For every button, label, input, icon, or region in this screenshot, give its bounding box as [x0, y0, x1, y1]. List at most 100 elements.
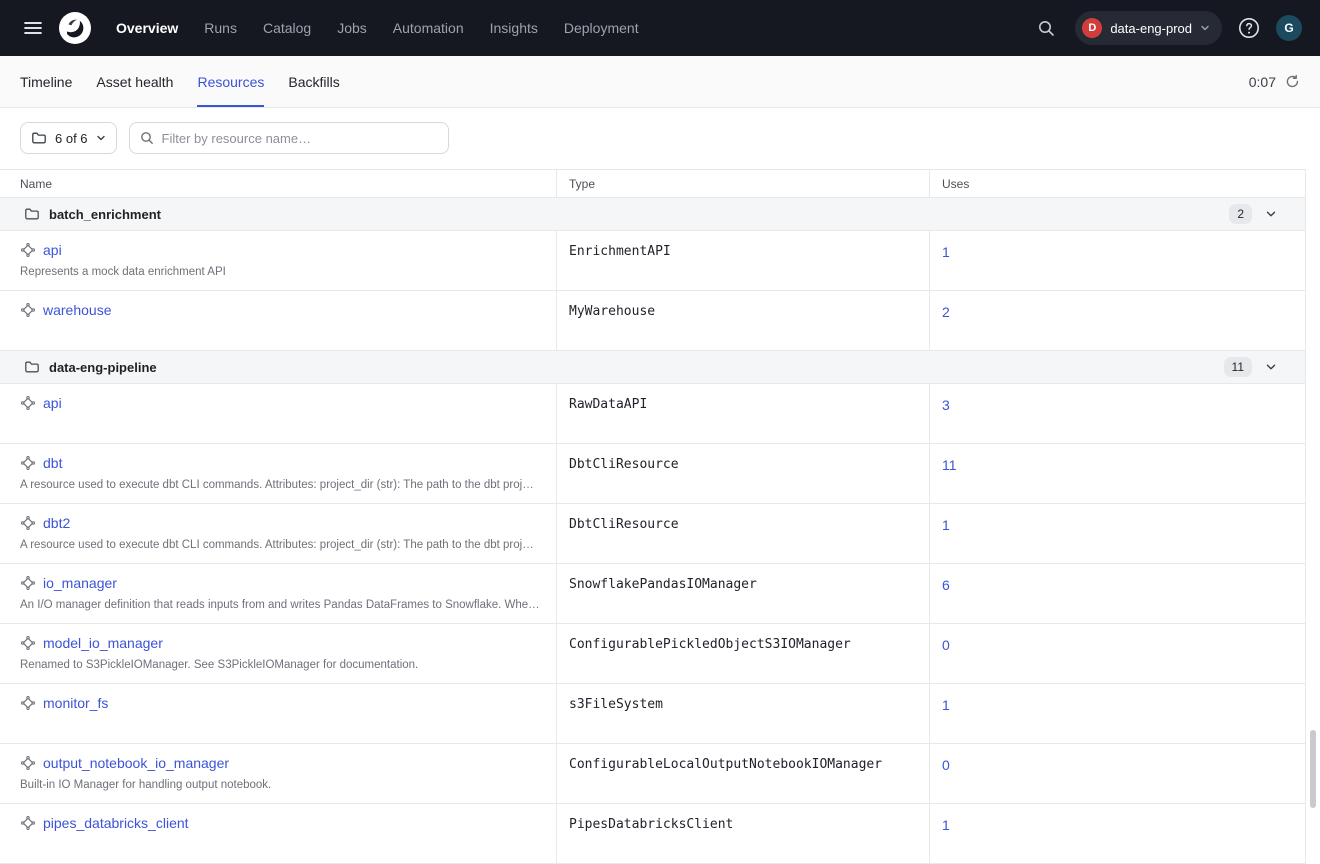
overview-tab-bar: Timeline Asset health Resources Backfill…: [0, 56, 1320, 108]
resource-name-link[interactable]: api: [43, 242, 62, 258]
resource-name-link[interactable]: io_manager: [43, 575, 117, 591]
tabs: Timeline Asset health Resources Backfill…: [20, 56, 340, 107]
name-cell: api Represents a mock data enrichment API: [0, 231, 557, 290]
resource-description: Represents a mock data enrichment API: [20, 266, 544, 278]
hamburger-menu-icon[interactable]: [16, 11, 50, 45]
resource-row: dbtA resource used to execute dbt CLI co…: [0, 444, 1305, 504]
resource-type: ConfigurableLocalOutputNotebookIOManager: [557, 744, 930, 803]
dagster-logo[interactable]: [58, 11, 92, 45]
nav-item-overview[interactable]: Overview: [116, 20, 178, 36]
table-header: Name Type Uses: [0, 170, 1305, 198]
name-cell: pipes_databricks_client: [0, 804, 557, 863]
scrollbar-thumb[interactable]: [1310, 730, 1316, 808]
deployment-badge: D: [1082, 18, 1102, 38]
help-icon[interactable]: [1237, 16, 1261, 40]
tab-timeline[interactable]: Timeline: [20, 56, 72, 107]
filter-bar: 6 of 6: [0, 108, 1320, 154]
resource-uses-link[interactable]: 0: [942, 757, 950, 773]
resource-row: monitor_fs s3FileSystem 1: [0, 684, 1305, 744]
search-icon[interactable]: [1032, 14, 1060, 42]
resource-uses-link[interactable]: 6: [942, 577, 950, 593]
resource-filter-input[interactable]: [162, 131, 438, 146]
group-count-dropdown[interactable]: 6 of 6: [20, 122, 117, 154]
name-cell: dbt2 A resource used to execute dbt CLI c…: [0, 504, 557, 563]
nav-item-catalog[interactable]: Catalog: [263, 20, 311, 36]
deployment-switcher[interactable]: D data-eng-prod: [1075, 11, 1222, 45]
resource-description: A resource used to execute dbt CLI comma…: [20, 539, 544, 551]
nav-item-jobs[interactable]: Jobs: [337, 20, 367, 36]
resource-icon: [20, 455, 36, 471]
resource-description: Renamed to S3PickleIOManager. See S3Pick…: [20, 659, 544, 671]
name-cell: io_manager An I/O manager definition that…: [0, 564, 557, 623]
resource-uses-link[interactable]: 2: [942, 304, 950, 320]
nav-item-automation[interactable]: Automation: [393, 20, 464, 36]
resource-type: MyWarehouse: [557, 291, 930, 350]
folder-icon: [24, 359, 40, 375]
user-avatar[interactable]: G: [1276, 15, 1302, 41]
resource-row: output_notebook_io_managerBuilt-in IO Ma…: [0, 744, 1305, 804]
resource-uses-link[interactable]: 1: [942, 697, 950, 713]
tab-resources[interactable]: Resources: [197, 56, 264, 107]
chevron-down-icon[interactable]: [1265, 208, 1277, 220]
resource-uses-link[interactable]: 0: [942, 637, 950, 653]
chevron-down-icon[interactable]: [1265, 361, 1277, 373]
name-cell: monitor_fs: [0, 684, 557, 743]
chevron-down-icon: [96, 133, 106, 143]
group-count-badge: 11: [1224, 357, 1252, 377]
resource-row: dbt2 A resource used to execute dbt CLI c…: [0, 504, 1305, 564]
resource-group-header[interactable]: batch_enrichment2: [0, 198, 1305, 231]
resource-row: warehouse MyWarehouse 2: [0, 291, 1305, 351]
resource-icon: [20, 242, 36, 258]
nav-item-runs[interactable]: Runs: [204, 20, 237, 36]
resources-table: Name Type Uses batch_enrichment2api Repre…: [0, 169, 1306, 864]
name-cell: dbtA resource used to execute dbt CLI co…: [0, 444, 557, 503]
resource-description: An I/O manager definition that reads inp…: [20, 599, 544, 611]
resource-type: s3FileSystem: [557, 684, 930, 743]
resource-row: api RawDataAPI 3: [0, 384, 1305, 444]
topnav-right: D data-eng-prod G: [1032, 11, 1302, 45]
refresh-timer: 0:07: [1249, 56, 1300, 107]
group-count-badge: 2: [1229, 204, 1252, 224]
resource-uses-link[interactable]: 1: [942, 244, 950, 260]
resource-uses-link[interactable]: 3: [942, 397, 950, 413]
scrollbar-track: [1310, 168, 1318, 857]
resource-type: PipesDatabricksClient: [557, 804, 930, 863]
resource-icon: [20, 395, 36, 411]
refresh-icon[interactable]: [1285, 74, 1300, 89]
resource-name-link[interactable]: dbt2: [43, 515, 70, 531]
column-header-type: Type: [557, 170, 930, 197]
resource-type: RawDataAPI: [557, 384, 930, 443]
resource-uses-link[interactable]: 11: [942, 457, 957, 473]
nav-item-deployment[interactable]: Deployment: [564, 20, 639, 36]
tab-backfills[interactable]: Backfills: [288, 56, 339, 107]
resource-group-header[interactable]: data-eng-pipeline11: [0, 351, 1305, 384]
resource-type: DbtCliResource: [557, 444, 930, 503]
folder-icon: [31, 130, 47, 146]
search-icon: [140, 131, 154, 145]
resource-name-link[interactable]: pipes_databricks_client: [43, 815, 189, 831]
nav-item-insights[interactable]: Insights: [490, 20, 538, 36]
resource-row: api Represents a mock data enrichment API…: [0, 231, 1305, 291]
resource-icon: [20, 755, 36, 771]
resource-uses-link[interactable]: 1: [942, 817, 950, 833]
folder-icon: [24, 206, 40, 222]
deployment-name: data-eng-prod: [1110, 21, 1192, 36]
chevron-down-icon: [1200, 23, 1210, 33]
resource-name-link[interactable]: model_io_manager: [43, 635, 163, 651]
name-cell: output_notebook_io_managerBuilt-in IO Ma…: [0, 744, 557, 803]
name-cell: warehouse: [0, 291, 557, 350]
resource-name-link[interactable]: monitor_fs: [43, 695, 108, 711]
resource-name-link[interactable]: warehouse: [43, 302, 112, 318]
resource-name-link[interactable]: dbt: [43, 455, 62, 471]
table-body: batch_enrichment2api Represents a mock da…: [0, 198, 1305, 864]
resource-name-link[interactable]: api: [43, 395, 62, 411]
resource-name-link[interactable]: output_notebook_io_manager: [43, 755, 229, 771]
top-navigation: Overview Runs Catalog Jobs Automation In…: [0, 0, 1320, 56]
tab-asset-health[interactable]: Asset health: [96, 56, 173, 107]
resource-uses-link[interactable]: 1: [942, 517, 950, 533]
resource-icon: [20, 695, 36, 711]
column-header-uses: Uses: [930, 170, 1305, 197]
resource-icon: [20, 635, 36, 651]
resource-type: ConfigurablePickledObjectS3IOManager: [557, 624, 930, 683]
group-count-label: 6 of 6: [55, 131, 88, 146]
